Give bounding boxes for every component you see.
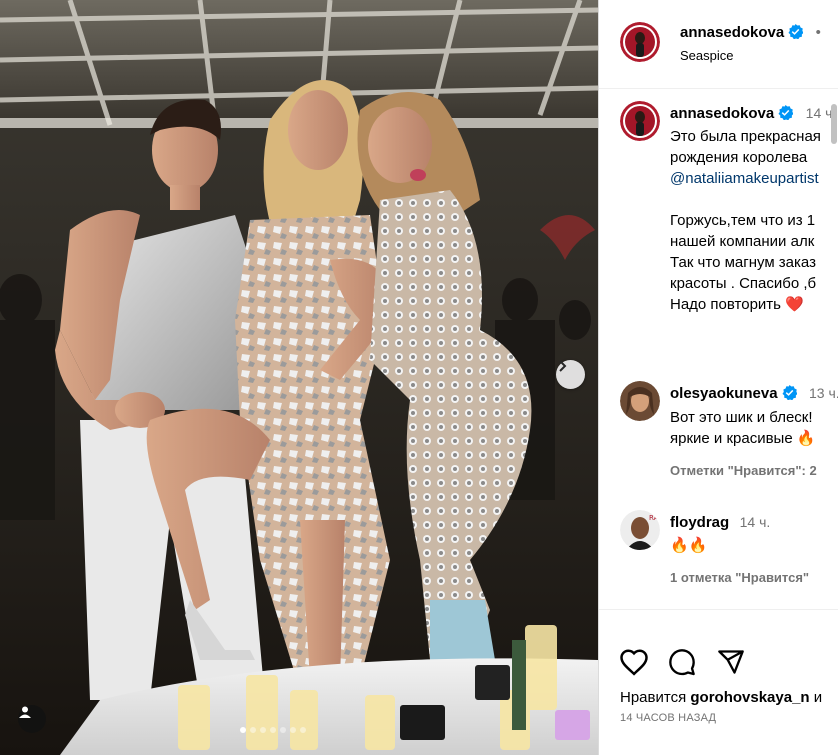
liked-by-prefix: Нравится (620, 689, 687, 706)
comment-header: olesyaokuneva 13 ч. (670, 385, 838, 403)
author-avatar[interactable] (620, 22, 660, 62)
commenter-avatar[interactable] (620, 381, 660, 421)
caption-author-avatar[interactable] (620, 101, 660, 141)
caption-line: красоты . Спасибо ,б (670, 275, 817, 292)
caption-line: Так что магнум заказ (670, 254, 816, 271)
post-photo[interactable] (0, 0, 598, 755)
caption-line: Горжусь,тем что из 1 (670, 212, 816, 229)
carousel-dot (290, 727, 296, 733)
comment-username[interactable]: olesyaokuneva (670, 385, 778, 402)
comments-section[interactable]: annasedokova 14 ч. Это была прекрасная р… (599, 89, 838, 609)
send-icon[interactable] (716, 648, 746, 676)
comment-text: Вот это шик и блеск! яркие и красивые 🔥 (670, 407, 816, 449)
caption-line: рождения королева (670, 149, 808, 166)
post-actions (599, 609, 838, 755)
author-username[interactable]: annasedokova (680, 24, 784, 41)
comment-line: Вот это шик и блеск! (670, 409, 813, 426)
avatar-image (620, 22, 660, 62)
carousel-next-button[interactable] (556, 360, 585, 389)
caption-author-username[interactable]: annasedokova (670, 105, 774, 122)
liked-by-line: Нравится gorohovskaya_n и (620, 689, 822, 706)
carousel-dot (270, 727, 276, 733)
comment-header: floydrag 14 ч. (670, 514, 770, 532)
carousel-dot (260, 727, 266, 733)
caption-line: Это была прекрасная (670, 128, 821, 145)
comment-icon[interactable] (667, 648, 697, 676)
photo-illustration (0, 0, 598, 755)
commenter-avatar[interactable]: RA (620, 510, 660, 550)
post-timestamp[interactable]: 14 ЧАСОВ НАЗАД (620, 712, 716, 724)
caption-line: нашей компании алк (670, 233, 815, 250)
liked-by-user[interactable]: gorohovskaya_n (690, 689, 809, 706)
caption-line (670, 189, 821, 210)
comments-scrollbar[interactable] (830, 100, 838, 610)
comment-line: яркие и красивые 🔥 (670, 430, 816, 447)
caption-header: annasedokova 14 ч. (670, 105, 836, 123)
carousel-dot (250, 727, 256, 733)
post-details-panel: annasedokova • Seaspice annasedokova 14 … (598, 0, 838, 755)
carousel-dot (280, 727, 286, 733)
comment-username[interactable]: floydrag (670, 514, 729, 531)
scrollbar-thumb[interactable] (831, 104, 837, 144)
verified-badge-icon (788, 24, 804, 39)
comment-text: 🔥🔥 (670, 535, 707, 556)
comment-likes[interactable]: Отметки "Нравится": 2 (670, 463, 817, 478)
heart-icon[interactable] (619, 648, 649, 676)
caption-last-line: Надо повторить ❤️ (670, 294, 821, 315)
post-header: annasedokova • Seaspice (599, 0, 838, 89)
svg-text:RA: RA (649, 514, 659, 522)
carousel-dot (300, 727, 306, 733)
chevron-right-icon (559, 360, 567, 372)
user-tag-icon (19, 706, 31, 718)
avatar-image (620, 381, 660, 421)
header-author-row: annasedokova • (680, 24, 821, 42)
tagged-users-button[interactable] (18, 705, 46, 733)
comment-time[interactable]: 14 ч. (740, 514, 771, 530)
caption-text: Это была прекрасная рождения королева @n… (670, 126, 821, 315)
comment-likes[interactable]: 1 отметка "Нравится" (670, 570, 809, 585)
header-separator: • (815, 24, 821, 41)
carousel-dot (240, 727, 246, 733)
carousel-indicator (240, 727, 306, 733)
liked-by-suffix: и (813, 689, 823, 706)
verified-badge-icon (782, 385, 797, 400)
avatar-image: RA (620, 510, 660, 550)
heart-emoji: ❤️ (785, 296, 804, 313)
caption-line: Надо повторить (670, 296, 781, 313)
comment-line: 🔥🔥 (670, 537, 708, 554)
post-location[interactable]: Seaspice (680, 48, 733, 63)
caption-mention-link[interactable]: @nataliiamakeupartist (670, 168, 821, 189)
verified-badge-icon (778, 105, 794, 120)
avatar-image (620, 101, 660, 141)
